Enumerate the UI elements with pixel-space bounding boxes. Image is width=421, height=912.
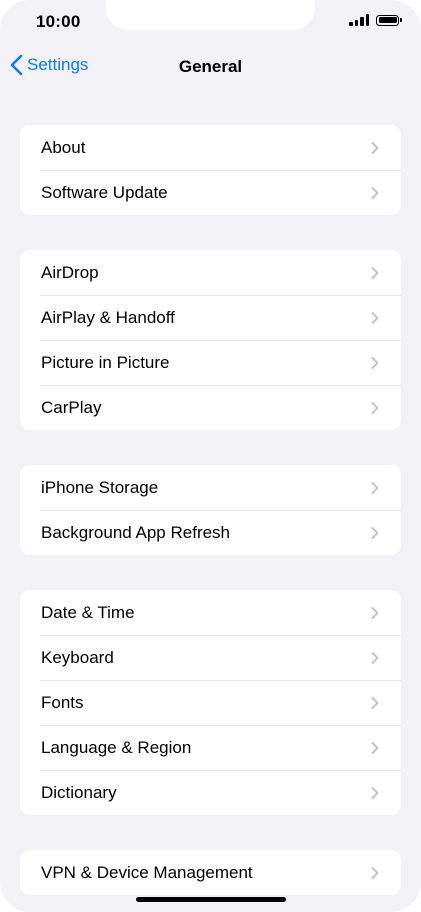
settings-group-2: AirDrop AirPlay & Handoff Picture in Pic… [20,250,401,430]
settings-group-4: Date & Time Keyboard Fonts Language & Re… [20,590,401,815]
list-item-label: AirDrop [41,262,99,282]
list-item-fonts[interactable]: Fonts [20,680,401,725]
list-item-label: VPN & Device Management [41,862,253,882]
settings-general-screen: 10:00 Settings General About Software Up… [0,0,421,912]
list-item-label: Keyboard [41,647,114,667]
list-item-keyboard[interactable]: Keyboard [20,635,401,680]
back-label: Settings [27,55,89,74]
list-item-label: Software Update [41,182,168,202]
signal-icon [349,14,369,26]
chevron-right-icon [371,526,379,539]
list-item-about[interactable]: About [20,125,401,170]
chevron-right-icon [371,141,379,154]
list-item-label: Language & Region [41,737,192,757]
list-item-vpn-device-management[interactable]: VPN & Device Management [20,850,401,895]
status-time: 10:00 [36,12,81,31]
list-item-label: Picture in Picture [41,352,170,372]
chevron-left-icon [10,54,23,76]
list-item-dictionary[interactable]: Dictionary [20,770,401,815]
chevron-right-icon [371,356,379,369]
settings-group-5: VPN & Device Management [20,850,401,895]
list-item-label: About [41,137,86,157]
back-button[interactable]: Settings [10,54,88,76]
chevron-right-icon [371,311,379,324]
list-item-date-time[interactable]: Date & Time [20,590,401,635]
list-item-label: Date & Time [41,602,135,622]
list-item-iphone-storage[interactable]: iPhone Storage [20,465,401,510]
chevron-right-icon [371,266,379,279]
home-indicator[interactable] [136,897,286,902]
list-item-language-region[interactable]: Language & Region [20,725,401,770]
battery-icon [376,14,402,26]
chevron-right-icon [371,606,379,619]
notch [106,0,315,30]
status-icons [349,14,402,26]
list-item-carplay[interactable]: CarPlay [20,385,401,430]
chevron-right-icon [371,696,379,709]
list-item-label: iPhone Storage [41,477,159,497]
settings-group-1: About Software Update [20,125,401,215]
chevron-right-icon [371,401,379,414]
chevron-right-icon [371,786,379,799]
list-item-airplay-handoff[interactable]: AirPlay & Handoff [20,295,401,340]
list-item-label: Background App Refresh [41,522,231,542]
list-item-software-update[interactable]: Software Update [20,170,401,215]
chevron-right-icon [371,741,379,754]
settings-group-3: iPhone Storage Background App Refresh [20,465,401,555]
chevron-right-icon [371,481,379,494]
chevron-right-icon [371,651,379,664]
list-item-label: Fonts [41,692,84,712]
list-item-label: CarPlay [41,397,102,417]
list-item-airdrop[interactable]: AirDrop [20,250,401,295]
list-item-label: Dictionary [41,782,117,802]
list-item-label: AirPlay & Handoff [41,307,175,327]
chevron-right-icon [371,186,379,199]
chevron-right-icon [371,866,379,879]
list-item-background-app-refresh[interactable]: Background App Refresh [20,510,401,555]
list-item-picture-in-picture[interactable]: Picture in Picture [20,340,401,385]
